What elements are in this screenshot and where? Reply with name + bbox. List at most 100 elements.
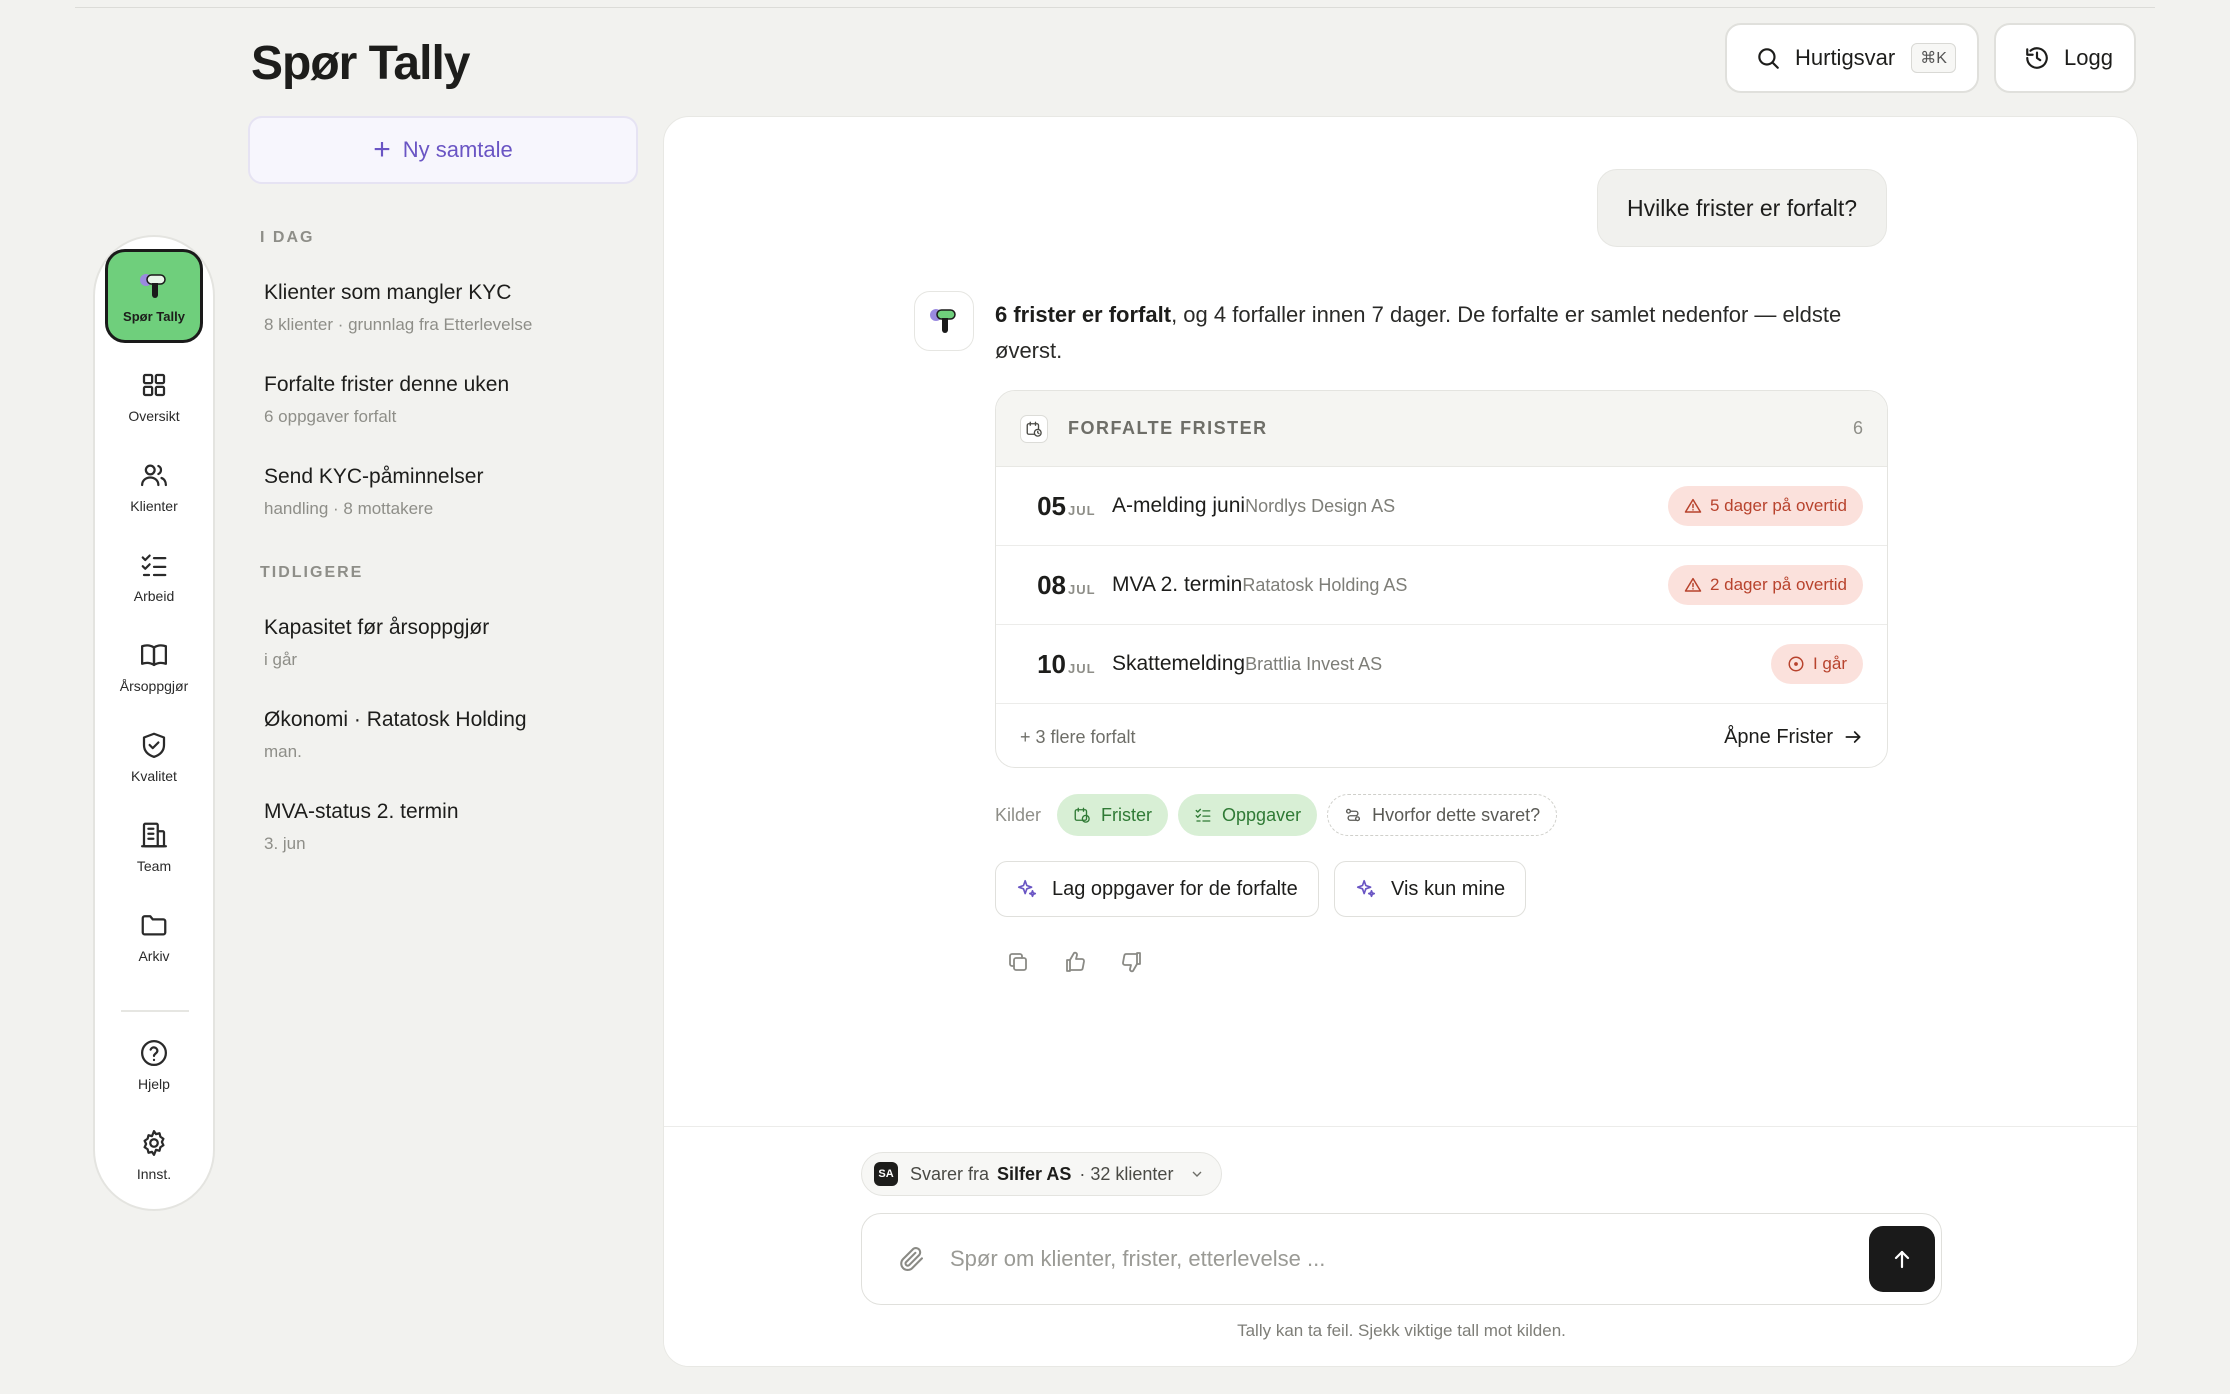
deadline-row[interactable]: 10 JUL Skattemelding Brattlia Invest AS … bbox=[996, 625, 1887, 704]
warning-icon bbox=[1684, 498, 1702, 513]
page-title: Spør Tally bbox=[251, 37, 470, 90]
rail-brand-label: Spør Tally bbox=[123, 308, 185, 324]
sources-label: Kilder bbox=[995, 804, 1042, 825]
thumbs-down-button[interactable] bbox=[1120, 950, 1148, 978]
building-icon bbox=[141, 822, 167, 848]
disclaimer-text: Tally kan ta feil. Sjekk viktige tall mo… bbox=[1237, 1321, 1566, 1340]
rail-label: Hjelp bbox=[138, 1076, 170, 1092]
deadline-client: Brattlia Invest AS bbox=[1245, 653, 1383, 674]
card-count: 6 bbox=[1852, 418, 1863, 438]
overdue-deadlines-card: FORFALTE FRISTER 6 05 JUL A-melding juni… bbox=[995, 390, 1888, 768]
overdue-badge-label: 2 dager på overtid bbox=[1709, 575, 1847, 594]
quick-answer-button[interactable]: Hurtigsvar ⌘K bbox=[1725, 23, 1979, 93]
org-name: Silfer AS bbox=[997, 1163, 1072, 1184]
history-item[interactable]: Økonomi · Ratatosk Holding man. bbox=[264, 708, 527, 762]
show-mine-button[interactable]: Vis kun mine bbox=[1334, 861, 1527, 917]
deadline-row[interactable]: 08 JUL MVA 2. termin Ratatosk Holding AS… bbox=[996, 546, 1887, 625]
log-label: Logg bbox=[2064, 45, 2113, 70]
history-item-title: Kapasitet før årsoppgjør bbox=[264, 616, 490, 639]
history-item-title: Forfalte frister denne uken bbox=[264, 373, 510, 396]
deadline-row[interactable]: 05 JUL A-melding juni Nordlys Design AS … bbox=[996, 467, 1887, 546]
history-item-subtitle: 3. jun bbox=[264, 834, 306, 853]
rail-item-arbeid[interactable]: Arbeid bbox=[95, 550, 213, 604]
org-client-count: · 32 klienter bbox=[1079, 1163, 1174, 1184]
rail-item-klienter[interactable]: Klienter bbox=[95, 460, 213, 514]
sparkle-icon bbox=[1017, 879, 1037, 898]
new-conversation-button[interactable]: + Ny samtale bbox=[248, 116, 638, 184]
history-item[interactable]: Forfalte frister denne uken 6 oppgaver f… bbox=[264, 373, 509, 427]
nav-rail: Spør Tally Oversikt Klienter Arbeid Årso… bbox=[93, 235, 215, 1211]
calendar-clock-icon bbox=[1074, 807, 1090, 823]
org-selector[interactable]: SA Svarer fra Silfer AS · 32 klienter bbox=[861, 1152, 1223, 1196]
send-button[interactable] bbox=[1869, 1226, 1935, 1292]
thumbs-down-icon bbox=[1122, 952, 1141, 973]
deadline-name: MVA 2. termin bbox=[1112, 573, 1243, 596]
rail-label: Arbeid bbox=[133, 588, 175, 604]
rail-item-hjelp[interactable]: Hjelp bbox=[95, 1038, 213, 1092]
rail-item-spor-tally[interactable]: Spør Tally bbox=[105, 249, 203, 343]
alert-circle-icon bbox=[1788, 656, 1804, 672]
gear-icon bbox=[143, 1130, 165, 1156]
action-label: Vis kun mine bbox=[1391, 877, 1506, 900]
tally-logo-icon bbox=[140, 273, 166, 298]
history-item[interactable]: Send KYC-påminnelser handling · 8 mottak… bbox=[264, 465, 483, 519]
users-icon bbox=[141, 464, 167, 487]
deadline-day: 10 bbox=[1037, 648, 1066, 679]
card-title: FORFALTE FRISTER bbox=[1068, 418, 1268, 438]
calendar-clock-icon bbox=[1020, 414, 1048, 443]
chat-panel: Hvilke frister er forfalt? 6 frister er … bbox=[663, 116, 2138, 1367]
new-conversation-label: Ny samtale bbox=[402, 137, 513, 162]
deadline-client: Ratatosk Holding AS bbox=[1242, 574, 1408, 595]
assistant-avatar bbox=[914, 291, 974, 351]
deadline-month: JUL bbox=[1068, 502, 1096, 518]
message-input[interactable] bbox=[950, 1246, 1941, 1272]
folder-icon bbox=[141, 915, 167, 936]
history-item[interactable]: Klienter som mangler KYC 8 klienter · gr… bbox=[264, 281, 532, 335]
log-button[interactable]: Logg bbox=[1994, 23, 2136, 93]
rail-item-arsoppgjor[interactable]: Årsoppgjør bbox=[95, 640, 213, 694]
open-deadlines-label: Åpne Frister bbox=[1724, 725, 1833, 748]
create-tasks-button[interactable]: Lag oppgaver for de forfalte bbox=[995, 861, 1319, 917]
history-item-subtitle: handling · 8 mottakere bbox=[264, 499, 434, 518]
rail-label: Årsoppgjør bbox=[119, 678, 189, 694]
rail-item-oversikt[interactable]: Oversikt bbox=[95, 370, 213, 424]
checklist-icon bbox=[141, 554, 167, 577]
sources-row: Kilder Frister Oppgaver Hvorfor dette sv… bbox=[995, 794, 1558, 836]
history-item-subtitle: 8 klienter · grunnlag fra Etterlevelse bbox=[264, 315, 533, 334]
source-chip-frister[interactable]: Frister bbox=[1057, 794, 1169, 836]
deadline-month: JUL bbox=[1068, 581, 1096, 597]
chevron-down-icon bbox=[1192, 1171, 1202, 1177]
rail-item-kvalitet[interactable]: Kvalitet bbox=[95, 730, 213, 784]
card-footer: + 3 flere forfalt Åpne Frister bbox=[996, 704, 1887, 767]
answer-highlight: 6 frister er forfalt bbox=[995, 302, 1172, 327]
user-message: Hvilke frister er forfalt? bbox=[1597, 169, 1887, 247]
history-item[interactable]: Kapasitet før årsoppgjør i går bbox=[264, 616, 489, 670]
rail-label: Arkiv bbox=[138, 948, 170, 964]
history-icon bbox=[2026, 47, 2048, 69]
copy-icon bbox=[1009, 953, 1027, 971]
shield-check-icon bbox=[142, 732, 166, 758]
open-deadlines-link[interactable]: Åpne Frister bbox=[1724, 726, 1863, 749]
rail-label: Klienter bbox=[130, 498, 178, 514]
overdue-badge: I går bbox=[1770, 644, 1863, 684]
history-item[interactable]: MVA-status 2. termin 3. jun bbox=[264, 800, 459, 854]
why-answer-button[interactable]: Hvorfor dette svaret? bbox=[1327, 794, 1558, 836]
history-item-title: Klienter som mangler KYC bbox=[264, 281, 512, 304]
org-prefix: Svarer fra bbox=[910, 1163, 990, 1184]
rail-item-team[interactable]: Team bbox=[95, 820, 213, 874]
top-divider bbox=[75, 7, 2155, 8]
source-chip-oppgaver[interactable]: Oppgaver bbox=[1178, 794, 1318, 836]
copy-button[interactable] bbox=[1006, 950, 1034, 978]
thumbs-up-button[interactable] bbox=[1063, 950, 1091, 978]
source-chip-label: Oppgaver bbox=[1222, 804, 1302, 825]
rail-item-arkiv[interactable]: Arkiv bbox=[95, 910, 213, 964]
rail-divider bbox=[121, 1010, 189, 1012]
rail-label: Oversikt bbox=[128, 408, 180, 424]
source-chip-label: Frister bbox=[1101, 804, 1153, 825]
deadline-client: Nordlys Design AS bbox=[1245, 495, 1396, 516]
card-header: FORFALTE FRISTER 6 bbox=[996, 391, 1887, 467]
rail-item-innstillinger[interactable]: Innst. bbox=[95, 1128, 213, 1182]
assistant-message: 6 frister er forfalt, og 4 forfaller inn… bbox=[995, 297, 1895, 369]
paperclip-icon[interactable] bbox=[898, 1245, 926, 1273]
sparkle-icon bbox=[1356, 879, 1376, 898]
